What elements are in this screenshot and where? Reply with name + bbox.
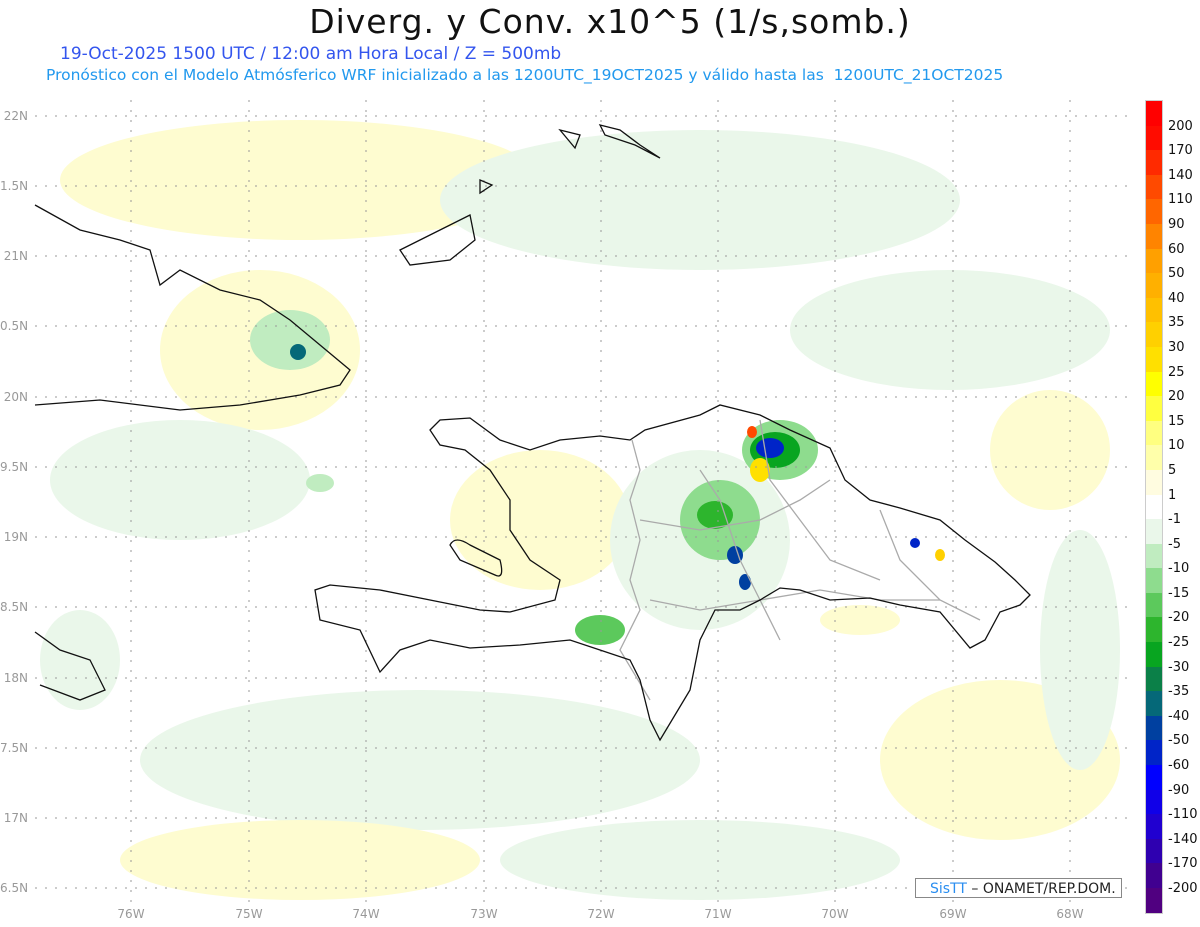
lon-label: 68W: [1056, 907, 1084, 921]
lon-label: 74W: [352, 907, 380, 921]
legend-label: 50: [1168, 266, 1185, 282]
lat-label: 1.5N: [0, 179, 29, 193]
legend-color-bin: 200: [1146, 101, 1193, 134]
legend-label: -1: [1168, 512, 1181, 528]
legend-color-bin: -200: [1146, 863, 1198, 896]
lat-label: 0.5N: [0, 319, 29, 333]
legend-color-bin: 15: [1146, 396, 1185, 429]
legend-label: 35: [1168, 315, 1185, 331]
legend-color-bin: 110: [1146, 174, 1193, 207]
lat-label: 9.5N: [0, 460, 29, 474]
legend-color-bin: 30: [1146, 322, 1185, 355]
legend-color-bin: 170: [1146, 125, 1193, 158]
legend-label: -40: [1168, 708, 1190, 724]
legend-label: 15: [1168, 413, 1185, 429]
lon-label: 71W: [704, 907, 732, 921]
legend-color-bin: 25: [1146, 346, 1185, 380]
legend-color-bin: -10: [1146, 543, 1189, 576]
lon-label: 70W: [821, 907, 849, 921]
lon-label: 73W: [470, 907, 498, 921]
legend-color-bin: -20: [1146, 592, 1189, 625]
legend-label: 40: [1168, 290, 1185, 306]
legend-label: -90: [1168, 782, 1190, 798]
legend-label: -10: [1168, 561, 1190, 577]
legend-color-bin: 40: [1146, 273, 1185, 306]
legend-label: 30: [1168, 339, 1185, 355]
credit-text: – ONAMET/REP.DOM.: [966, 881, 1116, 897]
legend-color-bin: -110: [1146, 789, 1198, 822]
lat-label: 17N: [3, 811, 28, 825]
lon-label: 72W: [587, 907, 615, 921]
legend-label: -110: [1168, 807, 1198, 823]
legend-color-bin: 20: [1146, 371, 1185, 404]
map-title: Diverg. y Conv. x10^5 (1/s,somb.): [309, 2, 911, 41]
lon-label: 76W: [117, 907, 145, 921]
valid-time-subtitle: 19-Oct-2025 1500 UTC / 12:00 am Hora Loc…: [60, 44, 562, 64]
legend-color-bin: 1: [1146, 469, 1176, 503]
legend-label: 170: [1168, 143, 1193, 159]
legend-label: 10: [1168, 438, 1185, 454]
divergence-map: [34, 100, 1135, 915]
legend-color-bin: -15: [1146, 568, 1189, 601]
credit-box: SisTT – ONAMET/REP.DOM.: [915, 878, 1122, 898]
legend-color-bin: 5: [1146, 445, 1176, 478]
legend-color-bin: -5: [1146, 519, 1181, 552]
legend-label: 90: [1168, 216, 1185, 232]
legend-label: -50: [1168, 733, 1190, 749]
legend-label: 25: [1168, 364, 1185, 380]
lon-label: 75W: [235, 907, 263, 921]
lat-label: 19N: [3, 530, 28, 544]
legend-label: -60: [1168, 758, 1190, 774]
legend-label: -20: [1168, 610, 1190, 626]
legend-color-bin: -60: [1146, 740, 1189, 773]
legend-color-bin: 10: [1146, 420, 1185, 453]
legend-label: -140: [1168, 831, 1198, 847]
legend-label: -35: [1168, 684, 1190, 700]
legend-color-bin: -1: [1146, 494, 1181, 527]
legend-label: 60: [1168, 241, 1185, 257]
legend-color-bin: 35: [1146, 297, 1185, 330]
legend-color-bin: -25: [1146, 617, 1189, 650]
legend-label: 5: [1168, 462, 1177, 478]
legend-color-bin: -140: [1146, 814, 1198, 847]
legend-label: -5: [1168, 536, 1181, 552]
forecast-info-line: Pronóstico con el Modelo Atmósferico WRF…: [46, 66, 1004, 84]
legend-color-bin: -40: [1146, 691, 1189, 724]
legend-label: -25: [1168, 635, 1190, 651]
legend-color-bin: -170: [1146, 838, 1198, 871]
legend-label: 110: [1168, 192, 1193, 208]
lat-label: 21N: [3, 249, 28, 263]
legend-label: -15: [1168, 585, 1190, 601]
legend-label: -200: [1168, 881, 1198, 896]
lat-label: 22N: [3, 109, 28, 123]
legend-color-bin: -50: [1146, 715, 1189, 748]
legend-color-bin: [1146, 888, 1162, 913]
shading-field: [35, 100, 1135, 915]
legend-label: 200: [1168, 118, 1193, 134]
legend-color-bin: -35: [1146, 666, 1189, 699]
lat-label: 20N: [3, 390, 28, 404]
lat-label: 6.5N: [0, 881, 29, 895]
lat-label: 18N: [3, 671, 28, 685]
legend-color-bin: 140: [1146, 150, 1193, 183]
legend-label: 1: [1168, 487, 1177, 503]
legend-color-bin: -30: [1146, 642, 1189, 675]
color-scale-legend: 200 170 140 110 90 60 50 40 35 30 25 20 15 10 5 1 -1 -5 -1…: [1145, 100, 1198, 914]
legend-color-bin: 50: [1146, 248, 1185, 281]
legend-color-bin: -90: [1146, 765, 1189, 798]
legend-label: -170: [1168, 856, 1198, 872]
legend-label: 20: [1168, 389, 1185, 405]
lon-label: 69W: [939, 907, 967, 921]
legend-label: 140: [1168, 167, 1193, 183]
legend-color-bin: 60: [1146, 223, 1185, 257]
legend-color-bin: 90: [1146, 199, 1185, 232]
lat-label: 7.5N: [0, 741, 29, 755]
sistt-logo: SisTT: [930, 881, 967, 897]
lat-label: 8.5N: [0, 600, 29, 614]
legend-label: -30: [1168, 659, 1190, 675]
